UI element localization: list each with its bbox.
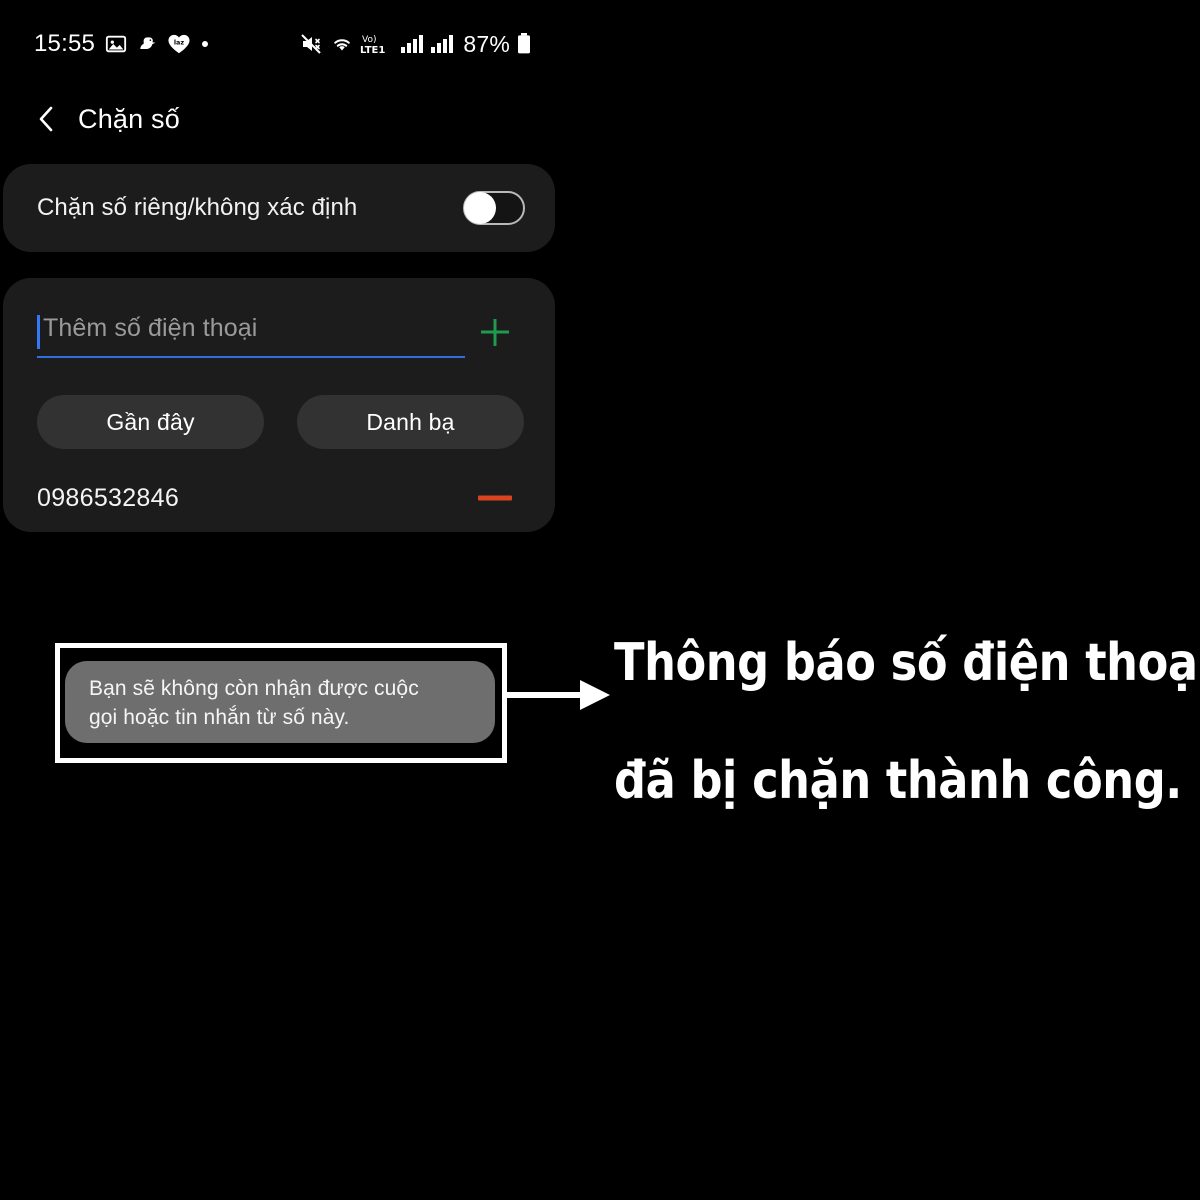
- battery-percent: 87%: [463, 30, 510, 57]
- arrow-right-icon: [506, 672, 618, 718]
- svg-text:Vo): Vo): [362, 35, 376, 45]
- signal-sim1-icon: [400, 33, 424, 55]
- svg-text:LTE1: LTE1: [360, 45, 385, 56]
- annotation-line-1: Thông báo số điện thoại: [614, 633, 1200, 693]
- minus-icon[interactable]: [471, 481, 521, 515]
- contacts-button[interactable]: Danh bạ: [297, 395, 524, 449]
- phone-input-wrapper[interactable]: Thêm số điện thoại: [37, 302, 465, 362]
- volte1-icon: Vo) LTE1: [360, 32, 394, 56]
- status-bar: 15:55 laz Vo) LTE1 87%: [0, 0, 560, 88]
- blocked-numbers-card: Thêm số điện thoại Gần đây Danh bạ 09865…: [3, 278, 555, 532]
- plus-icon[interactable]: [469, 306, 521, 358]
- text-caret: [37, 315, 40, 349]
- toggle-knob: [464, 192, 496, 224]
- status-time: 15:55: [34, 30, 96, 57]
- annotation-line-2: đã bị chặn thành công.: [614, 751, 1182, 811]
- status-bar-left: 15:55 laz: [34, 30, 209, 58]
- image-icon: [105, 33, 127, 55]
- block-unknown-toggle[interactable]: [463, 191, 525, 225]
- annotation-text: Thông báo số điện thoại đã bị chặn thành…: [614, 604, 1200, 840]
- blocked-number-row: 0986532846: [37, 476, 521, 520]
- duck-icon: [137, 33, 157, 55]
- page-title: Chặn số: [78, 103, 180, 134]
- wifi-icon: [330, 33, 354, 55]
- svg-text:laz: laz: [174, 38, 185, 46]
- mute-icon: [300, 32, 324, 56]
- back-button[interactable]: [24, 96, 70, 142]
- block-unknown-label: Chặn số riêng/không xác định: [37, 194, 358, 221]
- battery-icon: [516, 32, 532, 56]
- add-number-row: Thêm số điện thoại: [37, 302, 521, 370]
- add-number-input[interactable]: Thêm số điện thoại: [43, 314, 257, 343]
- status-bar-right: Vo) LTE1 87%: [300, 31, 532, 58]
- toast-line-1: Bạn sẽ không còn nhận được cuộc: [89, 677, 419, 700]
- chevron-left-icon: [34, 104, 60, 134]
- toast-line-2: gọi hoặc tin nhắn từ số này.: [89, 706, 350, 729]
- signal-sim2-icon: [430, 33, 454, 55]
- blocked-number-value: 0986532846: [37, 483, 180, 512]
- lazada-heart-icon: laz: [167, 33, 191, 55]
- recent-button[interactable]: Gần đây: [37, 395, 264, 449]
- source-buttons: Gần đây Danh bạ: [37, 395, 524, 449]
- app-bar: Chặn số: [0, 88, 560, 150]
- toast-message: Bạn sẽ không còn nhận được cuộc gọi hoặc…: [65, 661, 495, 743]
- block-unknown-card[interactable]: Chặn số riêng/không xác định: [3, 164, 555, 252]
- dot-icon: [201, 40, 209, 48]
- input-underline: [37, 356, 465, 358]
